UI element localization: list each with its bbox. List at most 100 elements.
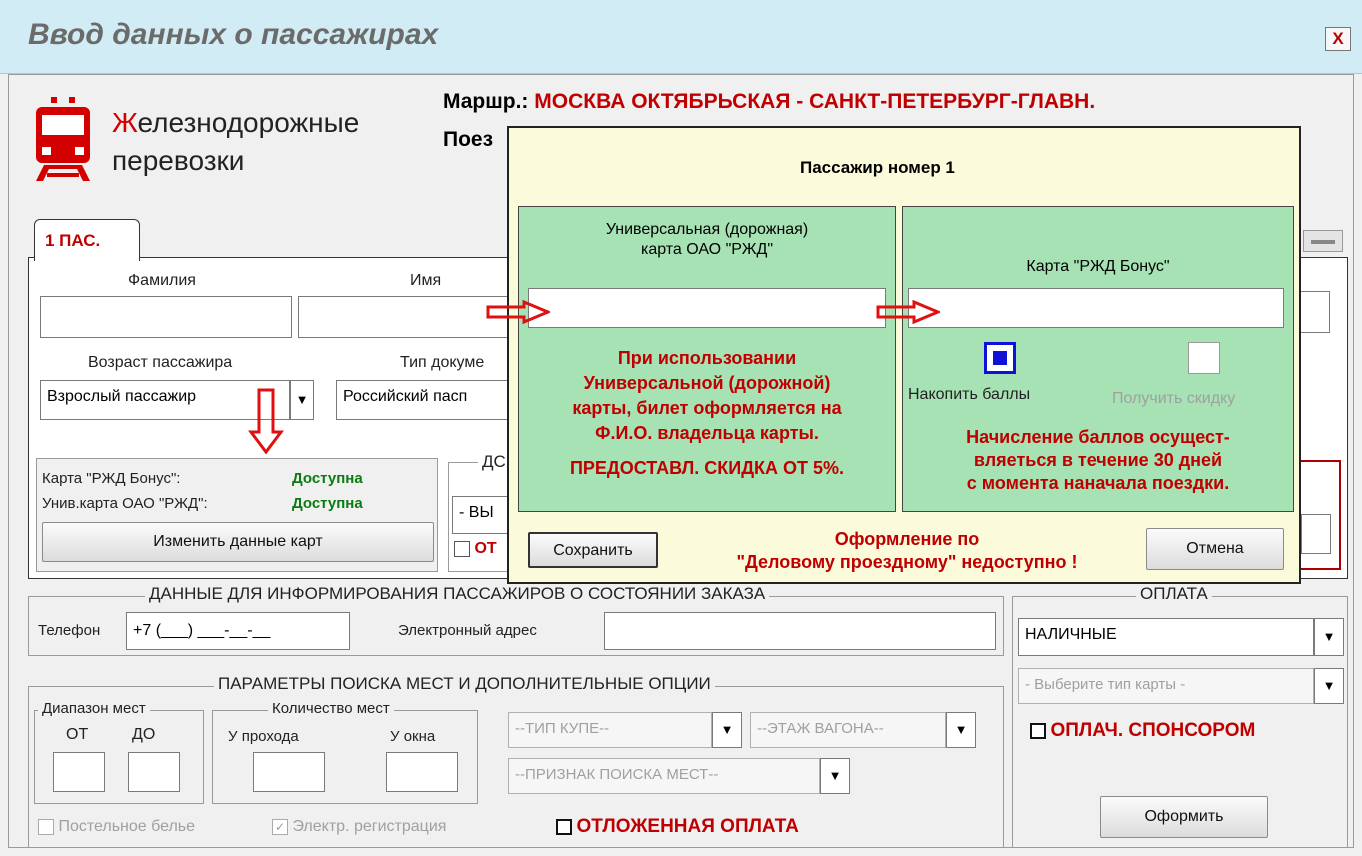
route-label: Маршр.: bbox=[443, 90, 529, 113]
right-input-partial[interactable] bbox=[1301, 514, 1331, 554]
arrow-down-icon bbox=[248, 388, 284, 455]
range-from-input[interactable] bbox=[53, 752, 105, 792]
universal-card-title: Универсальная (дорожная) карта ОАО "РЖД" bbox=[518, 220, 896, 260]
surname-input[interactable] bbox=[40, 296, 292, 338]
compartment-type-select[interactable]: --ТИП КУПЕ-- bbox=[508, 712, 712, 748]
business-pass-note: Оформление по "Деловому проездному" недо… bbox=[672, 528, 1142, 574]
payment-method-value: НАЛИЧНЫЕ bbox=[1025, 626, 1117, 643]
bedding-checkbox[interactable]: Постельное белье bbox=[38, 818, 195, 836]
bedding-label: Постельное белье bbox=[58, 818, 196, 835]
seat-search-value: --ПРИЗНАК ПОИСКА МЕСТ-- bbox=[515, 766, 719, 783]
bonus-card-label: Карта "РЖД Бонус": bbox=[42, 470, 181, 487]
arrow-right-icon bbox=[486, 299, 552, 325]
aisle-label: У прохода bbox=[228, 728, 299, 745]
warning-line-4: Ф.И.О. владельца карты. bbox=[595, 423, 819, 443]
doc-select-partial[interactable]: - ВЫ bbox=[452, 496, 510, 534]
universal-card-input[interactable] bbox=[528, 288, 886, 328]
universal-card-discount: ПРЕДОСТАВЛ. СКИДКА ОТ 5%. bbox=[569, 458, 845, 478]
e-registration-check-icon: ✓ bbox=[272, 819, 288, 835]
checkbox-partial-label: ОТ bbox=[474, 540, 497, 557]
logo-first-letter: Ж bbox=[112, 107, 138, 138]
car-floor-dropdown-button[interactable]: ▼ bbox=[946, 712, 976, 748]
business-pass-line1: Оформление по bbox=[834, 529, 980, 549]
submit-order-button[interactable]: Оформить bbox=[1100, 796, 1268, 838]
dropdown-arrow-icon: ▼ bbox=[1322, 678, 1336, 693]
card-type-select[interactable]: - Выберите тип карты - bbox=[1018, 668, 1314, 704]
seat-search-dropdown-button[interactable]: ▼ bbox=[820, 758, 850, 794]
cancel-button[interactable]: Отмена bbox=[1146, 528, 1284, 570]
doc-type-value: Российский пасп bbox=[343, 388, 468, 405]
range-to-label: ДО bbox=[132, 726, 156, 743]
warning-line-3: карты, билет оформляется на bbox=[572, 398, 842, 418]
car-floor-value: --ЭТАЖ ВАГОНА-- bbox=[757, 720, 884, 737]
payment-group-title: ОПЛАТА bbox=[1136, 584, 1212, 604]
deferred-payment-box bbox=[556, 819, 572, 835]
note-line-1: Начисление баллов осущест- bbox=[966, 427, 1230, 447]
tab-scroll-button[interactable] bbox=[1303, 230, 1343, 252]
bonus-card-note: Начисление баллов осущест- вляеться в те… bbox=[902, 426, 1294, 495]
dropdown-arrow-icon: ▼ bbox=[954, 722, 968, 737]
checkbox-box bbox=[454, 540, 470, 557]
payment-method-select[interactable]: НАЛИЧНЫЕ bbox=[1018, 618, 1314, 656]
phone-input[interactable]: +7 (___) ___-__-__ bbox=[126, 612, 350, 650]
range-from-label: ОТ bbox=[66, 726, 89, 743]
dropdown-arrow-icon: ▼ bbox=[1322, 629, 1336, 644]
count-title: Количество мест bbox=[268, 700, 394, 717]
aisle-input[interactable] bbox=[253, 752, 325, 792]
note-line-3: с момента наначала поездки. bbox=[966, 473, 1230, 493]
note-line-2: вляеться в течение 30 дней bbox=[973, 450, 1223, 470]
close-button[interactable]: X bbox=[1325, 27, 1351, 51]
get-discount-radio[interactable] bbox=[1188, 342, 1220, 374]
name-label: Имя bbox=[410, 272, 442, 289]
compartment-type-value: --ТИП КУПЕ-- bbox=[515, 720, 610, 737]
deferred-payment-checkbox[interactable]: ОТЛОЖЕННАЯ ОПЛАТА bbox=[556, 816, 799, 838]
dropdown-arrow-icon: ▼ bbox=[295, 392, 309, 407]
contact-group-title: ДАННЫЕ ДЛЯ ИНФОРМИРОВАНИЯ ПАССАЖИРОВ О С… bbox=[145, 584, 770, 604]
doc-type-label: Тип докуме bbox=[400, 354, 485, 371]
surname-label: Фамилия bbox=[128, 272, 196, 289]
search-params-title: ПАРАМЕТРЫ ПОИСКА МЕСТ И ДОПОЛНИТЕЛЬНЫЕ О… bbox=[214, 674, 715, 694]
universal-card-title-line1: Универсальная (дорожная) bbox=[605, 221, 809, 238]
car-floor-select[interactable]: --ЭТАЖ ВАГОНА-- bbox=[750, 712, 946, 748]
window-input[interactable] bbox=[386, 752, 458, 792]
name-input[interactable] bbox=[298, 296, 510, 338]
patronymic-input-partial[interactable] bbox=[1298, 291, 1330, 333]
change-cards-button[interactable]: Изменить данные карт bbox=[42, 522, 434, 562]
checkbox-partial[interactable]: ОТ bbox=[454, 540, 497, 558]
card-type-dropdown-button[interactable]: ▼ bbox=[1314, 668, 1344, 704]
warning-line-1: При использовании bbox=[617, 348, 797, 368]
universal-card-warning: При использовании Универсальной (дорожно… bbox=[518, 346, 896, 446]
univ-card-status: Доступна bbox=[292, 495, 363, 512]
doc-group-title-partial: ДС bbox=[478, 452, 510, 472]
email-input[interactable] bbox=[604, 612, 996, 650]
compartment-dropdown-button[interactable]: ▼ bbox=[712, 712, 742, 748]
dropdown-arrow-icon: ▼ bbox=[720, 722, 734, 737]
save-button[interactable]: Сохранить bbox=[528, 532, 658, 568]
popup-title: Пассажир номер 1 bbox=[800, 158, 955, 177]
doc-select-partial-value: - ВЫ bbox=[459, 504, 494, 521]
route-value: МОСКВА ОКТЯБРЬСКАЯ - САНКТ-ПЕТЕРБУРГ-ГЛА… bbox=[534, 90, 1096, 113]
train-label: Поез bbox=[443, 128, 494, 151]
accumulate-points-radio[interactable] bbox=[984, 342, 1016, 374]
close-icon: X bbox=[1332, 29, 1344, 48]
tab-passenger-1[interactable]: 1 ПАС. bbox=[34, 219, 140, 261]
sponsor-checkbox[interactable]: ОПЛАЧ. СПОНСОРОМ bbox=[1030, 720, 1255, 742]
card-type-value: - Выберите тип карты - bbox=[1025, 676, 1186, 693]
seat-search-select[interactable]: --ПРИЗНАК ПОИСКА МЕСТ-- bbox=[508, 758, 820, 794]
age-dropdown-button[interactable]: ▼ bbox=[290, 380, 314, 420]
range-to-input[interactable] bbox=[128, 752, 180, 792]
bedding-checkbox-box bbox=[38, 819, 54, 835]
doc-type-select[interactable]: Российский пасп bbox=[336, 380, 510, 420]
range-title: Диапазон мест bbox=[38, 700, 150, 717]
universal-card-title-line2: карта ОАО "РЖД" bbox=[640, 241, 774, 258]
e-registration-label: Электр. регистрация bbox=[292, 818, 447, 835]
e-registration-checkbox[interactable]: ✓ Электр. регистрация bbox=[272, 818, 446, 836]
logo-line2: перевозки bbox=[112, 145, 245, 176]
age-label: Возраст пассажира bbox=[88, 354, 233, 371]
age-select-value: Взрослый пассажир bbox=[47, 388, 197, 405]
phone-value: +7 (___) ___-__-__ bbox=[133, 622, 271, 639]
bonus-card-input[interactable] bbox=[908, 288, 1284, 328]
dropdown-arrow-icon: ▼ bbox=[828, 768, 842, 783]
sponsor-label: ОПЛАЧ. СПОНСОРОМ bbox=[1050, 720, 1256, 741]
payment-method-dropdown-button[interactable]: ▼ bbox=[1314, 618, 1344, 656]
